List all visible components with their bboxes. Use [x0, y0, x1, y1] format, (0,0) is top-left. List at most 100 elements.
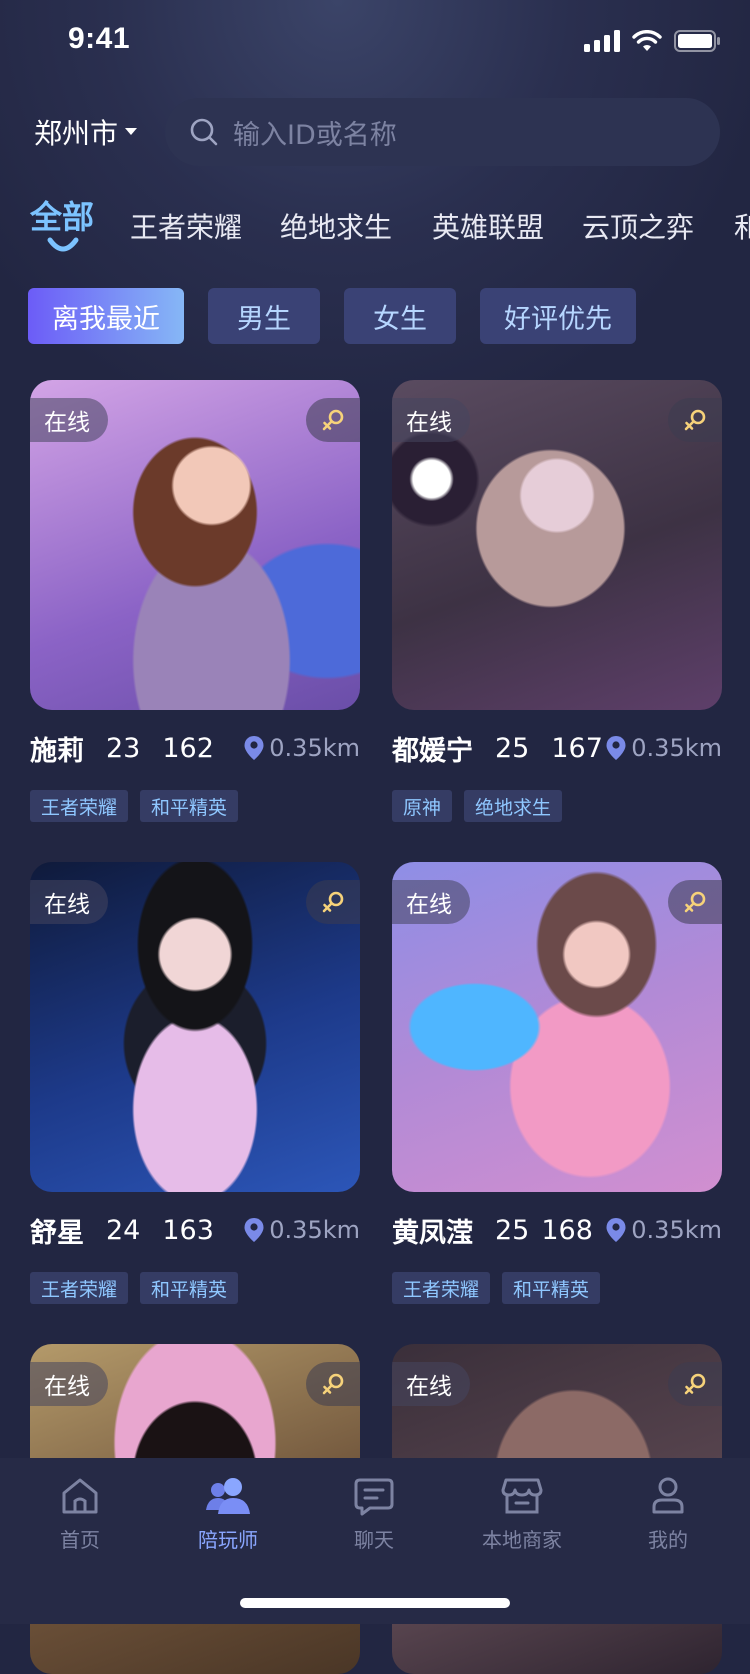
companion-info: 黄凤滢 25 168 0.35km: [392, 1210, 722, 1250]
companion-age: 25: [495, 1214, 530, 1246]
status-icons: [584, 30, 720, 52]
online-badge: 在线: [30, 1362, 108, 1406]
location-pin-icon: [244, 1218, 264, 1242]
distance-label: 0.35km: [605, 1216, 722, 1244]
game-tag: 和平精英: [502, 1272, 601, 1304]
tabbar-label: 聊天: [354, 1528, 394, 1552]
companion-photo: 在线: [392, 862, 722, 1192]
distance-value: 0.35km: [631, 1216, 722, 1244]
tabbar-label: 首页: [60, 1528, 100, 1552]
online-badge: 在线: [392, 880, 470, 924]
companion-age: 23: [106, 732, 141, 764]
signal-icon: [584, 30, 620, 52]
tabbar-label: 我的: [648, 1528, 688, 1552]
tabbar-profile[interactable]: 我的: [608, 1476, 728, 1553]
location-pin-icon: [606, 736, 626, 760]
tab-pubg[interactable]: 绝地求生: [280, 206, 392, 246]
profile-icon: [652, 1477, 684, 1514]
store-icon: [501, 1478, 543, 1514]
companion-info: 舒星 24 163 0.35km: [30, 1210, 360, 1250]
filter-top-rated[interactable]: 好评优先: [480, 288, 636, 344]
tabbar-label: 陪玩师: [198, 1528, 258, 1552]
companion-card[interactable]: 在线 都媛宁 25 167 0.35km 原神 绝地求生: [392, 380, 722, 822]
companion-age: 24: [106, 1214, 141, 1246]
female-icon: [306, 880, 360, 924]
companion-card[interactable]: 在线 黄凤滢 25 168 0.35km 王者荣耀 和平精英: [392, 862, 722, 1304]
search-placeholder: 输入ID或名称: [233, 119, 397, 151]
female-icon: [306, 1362, 360, 1406]
home-indicator[interactable]: [240, 1598, 510, 1608]
tab-more[interactable]: 和: [734, 206, 750, 246]
tab-honor-of-kings[interactable]: 王者荣耀: [130, 206, 242, 246]
search-input[interactable]: 输入ID或名称: [165, 98, 720, 166]
status-time: 9:41: [68, 22, 131, 55]
tabbar-local-merchants[interactable]: 本地商家: [462, 1476, 582, 1553]
game-tags: 王者荣耀 和平精英: [30, 790, 360, 822]
distance-label: 0.35km: [243, 734, 360, 762]
tab-all[interactable]: 全部: [30, 192, 94, 238]
companion-name: 舒星: [30, 1217, 84, 1249]
location-pin-icon: [244, 736, 264, 760]
tabbar-chat[interactable]: 聊天: [314, 1476, 434, 1553]
home-icon: [62, 1478, 98, 1514]
companion-photo: 在线: [392, 380, 722, 710]
caret-down-icon: [125, 128, 138, 135]
tab-league-of-legends[interactable]: 英雄联盟: [432, 206, 544, 246]
game-tag: 王者荣耀: [392, 1272, 491, 1304]
location-pin-icon: [606, 1218, 626, 1242]
tabbar-label: 本地商家: [482, 1528, 562, 1552]
distance-value: 0.35km: [269, 1216, 360, 1244]
game-tags: 王者荣耀 和平精英: [392, 1272, 722, 1304]
companion-name: 黄凤滢: [392, 1217, 473, 1249]
companion-info: 都媛宁 25 167 0.35km: [392, 728, 722, 768]
game-tag: 和平精英: [140, 790, 239, 822]
game-tags: 王者荣耀 和平精英: [30, 1272, 360, 1304]
game-tag: 和平精英: [140, 1272, 239, 1304]
distance-value: 0.35km: [269, 734, 360, 762]
active-tab-indicator: [47, 237, 79, 252]
companion-info: 施莉 23 162 0.35km: [30, 728, 360, 768]
top-header: 郑州市 输入ID或名称: [0, 98, 750, 166]
companion-card[interactable]: 在线 舒星 24 163 0.35km 王者荣耀 和平精英: [30, 862, 360, 1304]
city-selector[interactable]: 郑州市: [34, 98, 138, 166]
online-badge: 在线: [30, 880, 108, 924]
city-label: 郑州市: [34, 117, 119, 150]
game-tag: 王者荣耀: [30, 1272, 129, 1304]
female-icon: [668, 880, 722, 924]
filter-chips: 离我最近 男生 女生 好评优先: [28, 288, 636, 344]
filter-nearest[interactable]: 离我最近: [28, 288, 184, 344]
tab-tft[interactable]: 云顶之弈: [582, 206, 694, 246]
female-icon: [668, 398, 722, 442]
battery-icon: [674, 30, 720, 52]
status-bar: 9:41: [0, 0, 750, 88]
search-icon: [190, 118, 218, 146]
online-badge: 在线: [30, 398, 108, 442]
game-tag: 原神: [392, 790, 453, 822]
distance-label: 0.35km: [605, 734, 722, 762]
companion-card[interactable]: 在线 施莉 23 162 0.35km 王者荣耀 和平精英: [30, 380, 360, 822]
filter-male[interactable]: 男生: [208, 288, 320, 344]
tabbar-companions[interactable]: 陪玩师: [168, 1476, 288, 1553]
companion-height: 162: [162, 732, 214, 764]
tabbar-home[interactable]: 首页: [20, 1476, 140, 1553]
companions-icon: [206, 1478, 250, 1514]
wifi-icon: [632, 30, 662, 51]
game-tags: 原神 绝地求生: [392, 790, 722, 822]
online-badge: 在线: [392, 398, 470, 442]
filter-female[interactable]: 女生: [344, 288, 456, 344]
distance-label: 0.35km: [243, 1216, 360, 1244]
game-tag: 绝地求生: [464, 790, 563, 822]
companion-age: 25: [495, 732, 530, 764]
online-badge: 在线: [392, 1362, 470, 1406]
companion-height: 163: [162, 1214, 214, 1246]
chat-icon: [354, 1478, 394, 1516]
companion-height: 168: [541, 1214, 593, 1246]
companion-height: 167: [551, 732, 603, 764]
companion-photo: 在线: [30, 380, 360, 710]
companion-photo: 在线: [30, 862, 360, 1192]
distance-value: 0.35km: [631, 734, 722, 762]
game-tag: 王者荣耀: [30, 790, 129, 822]
companion-name: 都媛宁: [392, 735, 473, 767]
game-tabs: 全部 王者荣耀 绝地求生 英雄联盟 云顶之弈 和: [0, 192, 750, 262]
female-icon: [306, 398, 360, 442]
